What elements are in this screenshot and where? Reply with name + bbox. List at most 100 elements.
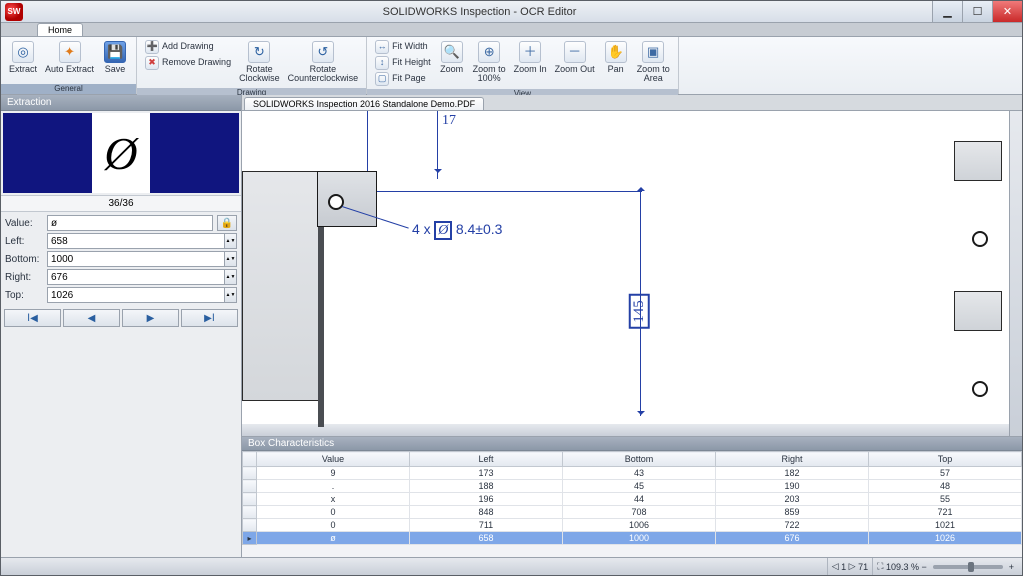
document-tab[interactable]: SOLIDWORKS Inspection 2016 Standalone De… bbox=[244, 97, 484, 110]
cell[interactable]: 1026 bbox=[869, 532, 1022, 545]
right-spinner[interactable]: ▲▼ bbox=[225, 269, 237, 285]
nav-prev-button[interactable]: ◀ bbox=[63, 309, 120, 327]
auto-extract-button[interactable]: ✦Auto Extract bbox=[41, 39, 98, 76]
zoom-button[interactable]: 🔍Zoom bbox=[435, 39, 469, 76]
cell[interactable]: 722 bbox=[716, 519, 869, 532]
table-row[interactable]: ø65810006761026 bbox=[243, 532, 1022, 545]
cell[interactable]: 0 bbox=[257, 506, 410, 519]
table-row[interactable]: x1964420355 bbox=[243, 493, 1022, 506]
value-input[interactable] bbox=[47, 215, 213, 231]
cell[interactable]: 658 bbox=[410, 532, 563, 545]
pan-button[interactable]: ✋Pan bbox=[599, 39, 633, 76]
col-top[interactable]: Top bbox=[869, 452, 1022, 467]
rotate-cw-button[interactable]: ↻Rotate Clockwise bbox=[235, 39, 284, 86]
zoom-in-button[interactable]: ＋Zoom In bbox=[510, 39, 551, 76]
right-bracket-1 bbox=[954, 141, 1002, 181]
table-row[interactable]: 0848708859721 bbox=[243, 506, 1022, 519]
cell[interactable]: 721 bbox=[869, 506, 1022, 519]
cell[interactable]: ø bbox=[257, 532, 410, 545]
cell[interactable]: 1000 bbox=[563, 532, 716, 545]
cell[interactable]: 0 bbox=[257, 519, 410, 532]
fit-height-button[interactable]: ↕Fit Height bbox=[371, 55, 435, 71]
diameter-symbol: Ø bbox=[434, 221, 452, 240]
bottom-spinner[interactable]: ▲▼ bbox=[225, 251, 237, 267]
main-area: SOLIDWORKS Inspection 2016 Standalone De… bbox=[242, 95, 1022, 557]
top-spinner[interactable]: ▲▼ bbox=[225, 287, 237, 303]
nav-last-button[interactable]: ▶Ⅰ bbox=[181, 309, 238, 327]
cell[interactable]: 43 bbox=[563, 467, 716, 480]
nav-first-button[interactable]: Ⅰ◀ bbox=[4, 309, 61, 327]
zoom-area-button[interactable]: ▣Zoom to Area bbox=[633, 39, 674, 86]
cell[interactable]: 188 bbox=[410, 480, 563, 493]
fit-page-button[interactable]: ▢Fit Page bbox=[371, 71, 435, 87]
table-row[interactable]: 91734318257 bbox=[243, 467, 1022, 480]
cell[interactable]: 859 bbox=[716, 506, 869, 519]
page-prev-icon[interactable]: ◁ bbox=[832, 561, 839, 572]
cell[interactable]: 848 bbox=[410, 506, 563, 519]
cell[interactable]: 203 bbox=[716, 493, 869, 506]
dim-callout: 4 x Ø 8.4±0.3 bbox=[412, 221, 502, 239]
right-input[interactable] bbox=[47, 269, 225, 285]
cell[interactable]: . bbox=[257, 480, 410, 493]
left-input[interactable] bbox=[47, 233, 225, 249]
dim-17: 17 bbox=[442, 113, 456, 129]
zoom-slider[interactable] bbox=[933, 565, 1003, 569]
dim-line bbox=[377, 191, 642, 192]
box-characteristics-title: Box Characteristics bbox=[242, 437, 1022, 451]
col-bottom[interactable]: Bottom bbox=[563, 452, 716, 467]
zoom-fit-icon[interactable]: ⛶ bbox=[877, 561, 883, 572]
drawing-canvas[interactable]: 17 4 x Ø 8.4±0.3 145 bbox=[242, 111, 1010, 424]
cell[interactable]: 711 bbox=[410, 519, 563, 532]
remove-drawing-button[interactable]: ✖Remove Drawing bbox=[141, 55, 235, 71]
col-right[interactable]: Right bbox=[716, 452, 869, 467]
cell[interactable]: 173 bbox=[410, 467, 563, 480]
cell[interactable]: 57 bbox=[869, 467, 1022, 480]
cell[interactable]: 44 bbox=[563, 493, 716, 506]
extract-button[interactable]: ◎Extract bbox=[5, 39, 41, 76]
cell[interactable]: 182 bbox=[716, 467, 869, 480]
zoom-100-button[interactable]: ⊕Zoom to 100% bbox=[469, 39, 510, 86]
table-row[interactable]: .1884519048 bbox=[243, 480, 1022, 493]
cell[interactable]: 676 bbox=[716, 532, 869, 545]
cell[interactable]: x bbox=[257, 493, 410, 506]
cell[interactable]: 45 bbox=[563, 480, 716, 493]
cell[interactable]: 190 bbox=[716, 480, 869, 493]
cell[interactable]: 55 bbox=[869, 493, 1022, 506]
cell[interactable]: 196 bbox=[410, 493, 563, 506]
rotate-ccw-button[interactable]: ↺Rotate Counterclockwise bbox=[284, 39, 363, 86]
box-characteristics-grid[interactable]: Value Left Bottom Right Top 91734318257.… bbox=[242, 451, 1022, 557]
zoom-minus-icon[interactable]: − bbox=[919, 562, 927, 572]
cell[interactable]: 1021 bbox=[869, 519, 1022, 532]
page-next-icon[interactable]: ▷ bbox=[849, 561, 856, 572]
left-spinner[interactable]: ▲▼ bbox=[225, 233, 237, 249]
ribbon-group-view: ↔Fit Width ↕Fit Height ▢Fit Page 🔍Zoom ⊕… bbox=[367, 37, 679, 94]
cell[interactable]: 708 bbox=[563, 506, 716, 519]
zoom-out-icon: － bbox=[564, 41, 586, 63]
minimize-button[interactable]: ▁ bbox=[932, 1, 962, 22]
save-button[interactable]: 💾Save bbox=[98, 39, 132, 76]
table-row[interactable]: 071110067221021 bbox=[243, 519, 1022, 532]
fit-width-button[interactable]: ↔Fit Width bbox=[371, 39, 435, 55]
cell[interactable]: 9 bbox=[257, 467, 410, 480]
arrow-icon bbox=[434, 169, 442, 177]
bottom-input[interactable] bbox=[47, 251, 225, 267]
zoom-100-icon: ⊕ bbox=[478, 41, 500, 63]
add-drawing-button[interactable]: ➕Add Drawing bbox=[141, 39, 235, 55]
cell[interactable]: 1006 bbox=[563, 519, 716, 532]
close-button[interactable]: ✕ bbox=[992, 1, 1022, 22]
col-value[interactable]: Value bbox=[257, 452, 410, 467]
zoom-plus-icon[interactable]: + bbox=[1009, 562, 1014, 572]
right-hole-2 bbox=[972, 381, 988, 397]
extract-icon: ◎ bbox=[12, 41, 34, 63]
col-left[interactable]: Left bbox=[410, 452, 563, 467]
tab-home[interactable]: Home bbox=[37, 23, 83, 36]
cell[interactable]: 48 bbox=[869, 480, 1022, 493]
part-right bbox=[950, 136, 1010, 416]
maximize-button[interactable]: ☐ bbox=[962, 1, 992, 22]
nav-next-button[interactable]: ▶ bbox=[122, 309, 179, 327]
zoom-out-button[interactable]: －Zoom Out bbox=[551, 39, 599, 76]
lock-button[interactable]: 🔒 bbox=[217, 215, 237, 231]
top-input[interactable] bbox=[47, 287, 225, 303]
status-bar: ◁ 1 ▷ 71 ⛶ 109.3 % − + bbox=[1, 557, 1022, 575]
fit-width-icon: ↔ bbox=[375, 40, 389, 54]
